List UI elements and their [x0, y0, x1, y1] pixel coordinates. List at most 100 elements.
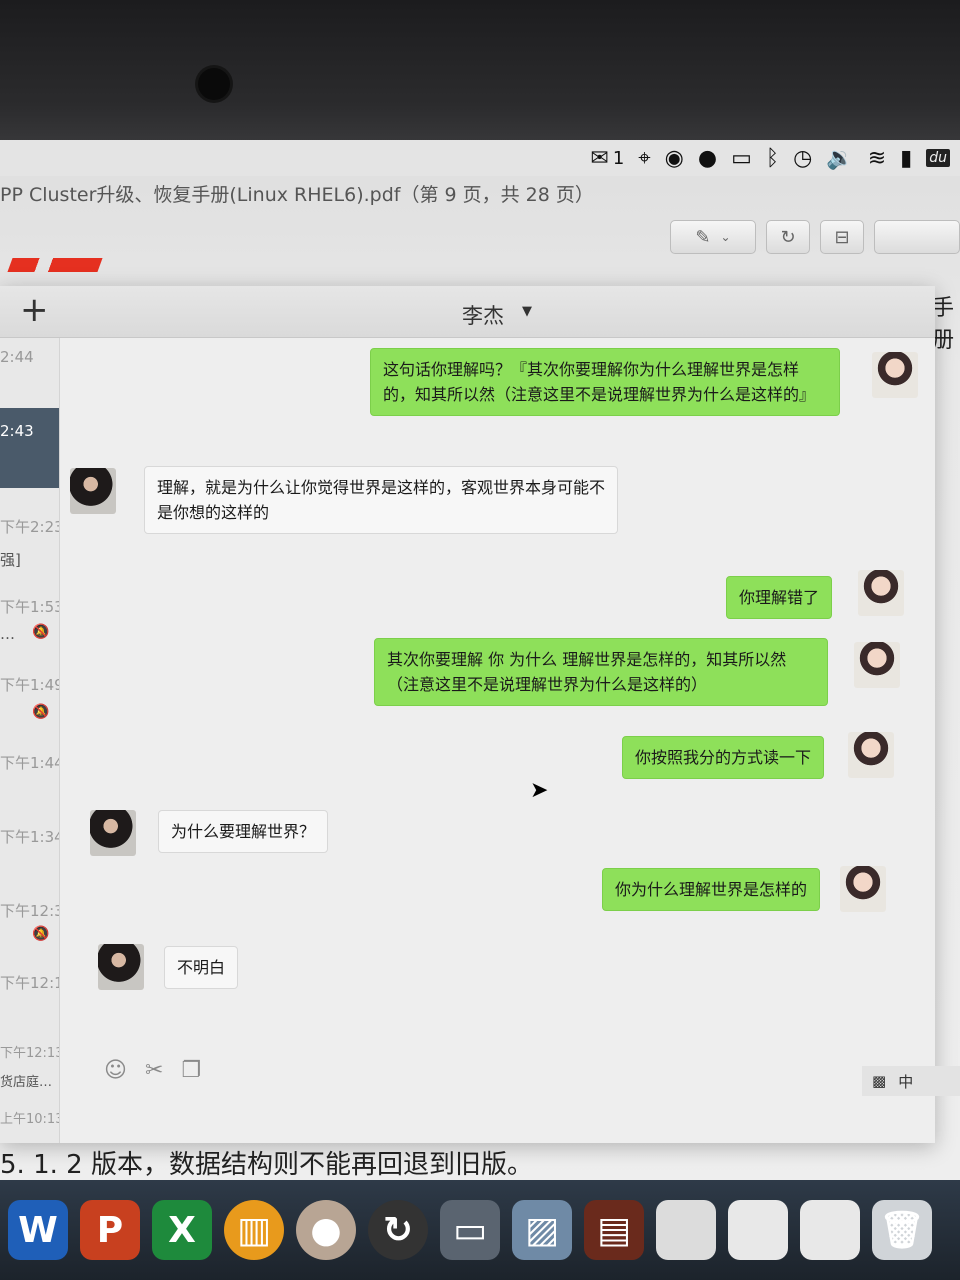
message-bubble-received[interactable]: 为什么要理解世界？ [158, 810, 329, 853]
session-time: 上午10:13 [0, 1112, 60, 1127]
webcam [198, 68, 230, 100]
avatar[interactable] [840, 866, 886, 912]
wechat-badge: 1 [612, 147, 625, 169]
input-toolbar: ☺ ✂ ❐ [104, 1058, 201, 1083]
markup-button[interactable]: ✎ ⌄ [670, 220, 756, 254]
photos-icon[interactable]: ▨ [512, 1200, 572, 1260]
trash-icon[interactable]: 🗑 [872, 1200, 932, 1260]
session-item[interactable]: 下午1:34 [0, 826, 60, 847]
session-preview: 强] [0, 551, 21, 569]
chat-window: + 李杰 ▼ 2:44 2:43 下午2:23 强] 下午1:53 … 🔕 下午… [0, 286, 935, 1143]
scissors-icon[interactable]: ✂ [145, 1058, 163, 1083]
avatar[interactable] [858, 570, 904, 616]
avatar[interactable] [872, 352, 918, 398]
message-bubble-received[interactable]: 不明白 [164, 946, 239, 989]
session-time: 下午1:34 [0, 828, 60, 846]
session-time: 下午12:13 [0, 974, 59, 992]
session-item-active[interactable]: 2:43 [0, 408, 59, 488]
session-item[interactable]: 下午1:53 … 🔕 [0, 596, 60, 643]
session-item[interactable]: 下午1:49 🔕 [0, 674, 60, 720]
mute-icon: 🔕 [32, 704, 50, 720]
message-area: 这句话你理解吗？『其次你要理解你为什么理解世界是怎样的，知其所以然（注意这里不是… [62, 338, 935, 1143]
session-item[interactable]: 上午10:13 [0, 1108, 60, 1127]
session-time: 下午1:49 [0, 676, 60, 694]
word-icon[interactable]: W [8, 1200, 68, 1260]
avatar[interactable] [98, 944, 144, 990]
emoji-icon[interactable]: ☺ [104, 1058, 127, 1083]
session-time: 2:43 [0, 422, 34, 440]
basketball-icon[interactable]: ● [296, 1200, 356, 1260]
airplay-icon[interactable]: ▭ [731, 146, 752, 171]
book-icon[interactable]: ▤ [584, 1200, 644, 1260]
document-thumbnail-icon[interactable] [728, 1200, 788, 1260]
time-machine-icon[interactable]: ◷ [793, 146, 812, 171]
preview-icon[interactable]: ▭ [440, 1200, 500, 1260]
mute-icon: 🔕 [32, 926, 50, 942]
session-time: 下午12:31 [0, 902, 59, 920]
session-time: 下午1:53 [0, 598, 60, 616]
session-item[interactable]: 2:44 [0, 348, 59, 366]
file-icon[interactable]: ❐ [181, 1058, 201, 1083]
menu-bar: ✉ 1 ⌖ ◉ ● ▭ ᛒ ◷ 🔉 ≋ ▮ du [0, 140, 960, 176]
session-time: 下午12:13 [0, 1046, 60, 1061]
document-thumbnail-icon[interactable] [656, 1200, 716, 1260]
location-icon[interactable]: ⌖ [638, 146, 650, 171]
input-method-bar: ▩ 中 [862, 1066, 960, 1096]
session-time: 下午2:23 [0, 518, 60, 536]
chevron-down-icon: ⌄ [720, 230, 731, 244]
chat-header: + 李杰 ▼ [0, 286, 935, 338]
sync-app-icon[interactable]: ↻ [368, 1200, 428, 1260]
input-method-mode[interactable]: 中 [898, 1071, 913, 1092]
mute-icon: 🔕 [32, 624, 50, 640]
wifi-icon[interactable]: ≋ [868, 146, 886, 171]
pen-icon: ✎ [695, 226, 711, 248]
session-time: 下午1:44 [0, 754, 60, 772]
toolbox-icon: ⊟ [834, 226, 850, 248]
excel-icon[interactable]: X [152, 1200, 212, 1260]
session-item[interactable]: 下午12:31 🔕 [0, 900, 59, 942]
session-item[interactable]: 下午12:13 货店庭… [0, 1042, 60, 1090]
pdf-side-text: 手册 [932, 296, 955, 353]
toolbox-button[interactable]: ⊟ [820, 220, 864, 254]
message-bubble-sent[interactable]: 你理解错了 [726, 576, 833, 619]
search-field[interactable] [874, 220, 960, 254]
triangle-down-icon[interactable]: ▼ [522, 304, 532, 319]
rotate-icon: ↻ [780, 226, 796, 248]
message-bubble-sent[interactable]: 你为什么理解世界是怎样的 [602, 868, 821, 911]
pdf-window-title: PP Cluster升级、恢复手册(Linux RHEL6).pdf（第 9 页… [0, 184, 594, 206]
plus-icon[interactable]: + [20, 290, 49, 330]
qq-icon[interactable]: ● [698, 146, 717, 171]
avatar[interactable] [854, 642, 900, 688]
message-bubble-sent[interactable]: 这句话你理解吗？『其次你要理解你为什么理解世界是怎样的，知其所以然（注意这里不是… [370, 348, 840, 416]
session-preview: … [0, 625, 15, 643]
session-item[interactable]: 下午12:13 [0, 972, 59, 993]
powerpoint-icon[interactable]: P [80, 1200, 140, 1260]
session-item[interactable]: 下午2:23 强] [0, 516, 60, 570]
message-bubble-sent[interactable]: 其次你要理解 你 为什么 理解世界是怎样的，知其所以然（注意这里不是说理解世界为… [374, 638, 828, 706]
bluetooth-icon[interactable]: ᛒ [766, 146, 779, 171]
dock: W P X ▥ ● ↻ ▭ ▨ ▤ 🗑 [0, 1180, 960, 1280]
avatar[interactable] [848, 732, 894, 778]
ibooks-icon[interactable]: ▥ [224, 1200, 284, 1260]
rotate-button[interactable]: ↻ [766, 220, 810, 254]
session-time: 2:44 [0, 348, 34, 366]
document-logo [7, 258, 103, 272]
input-method-logo-icon[interactable]: ▩ [872, 1072, 886, 1090]
message-bubble-received[interactable]: 理解，就是为什么让你觉得世界是这样的，客观世界本身可能不是你想的这样的 [144, 466, 618, 534]
session-preview: 货店庭… [0, 1075, 53, 1090]
wechat-icon[interactable]: ✉ [590, 146, 608, 171]
battery-icon[interactable]: ▮ [900, 146, 912, 171]
volume-icon[interactable]: 🔉 [826, 146, 853, 171]
laptop-bezel [0, 0, 960, 150]
session-item[interactable]: 下午1:44 [0, 752, 60, 773]
document-thumbnail-icon[interactable] [800, 1200, 860, 1260]
sync-icon[interactable]: ◉ [665, 146, 684, 171]
message-bubble-sent[interactable]: 你按照我分的方式读一下 [622, 736, 825, 779]
pdf-toolbar: ✎ ⌄ ↻ ⊟ [670, 220, 960, 256]
avatar[interactable] [70, 468, 116, 514]
session-list: 2:44 2:43 下午2:23 强] 下午1:53 … 🔕 下午1:49 🔕 … [0, 338, 60, 1143]
contact-name[interactable]: 李杰 [462, 300, 504, 330]
input-method-icon[interactable]: du [926, 149, 950, 167]
mouse-cursor-icon: ➤ [530, 778, 549, 803]
avatar[interactable] [90, 810, 136, 856]
